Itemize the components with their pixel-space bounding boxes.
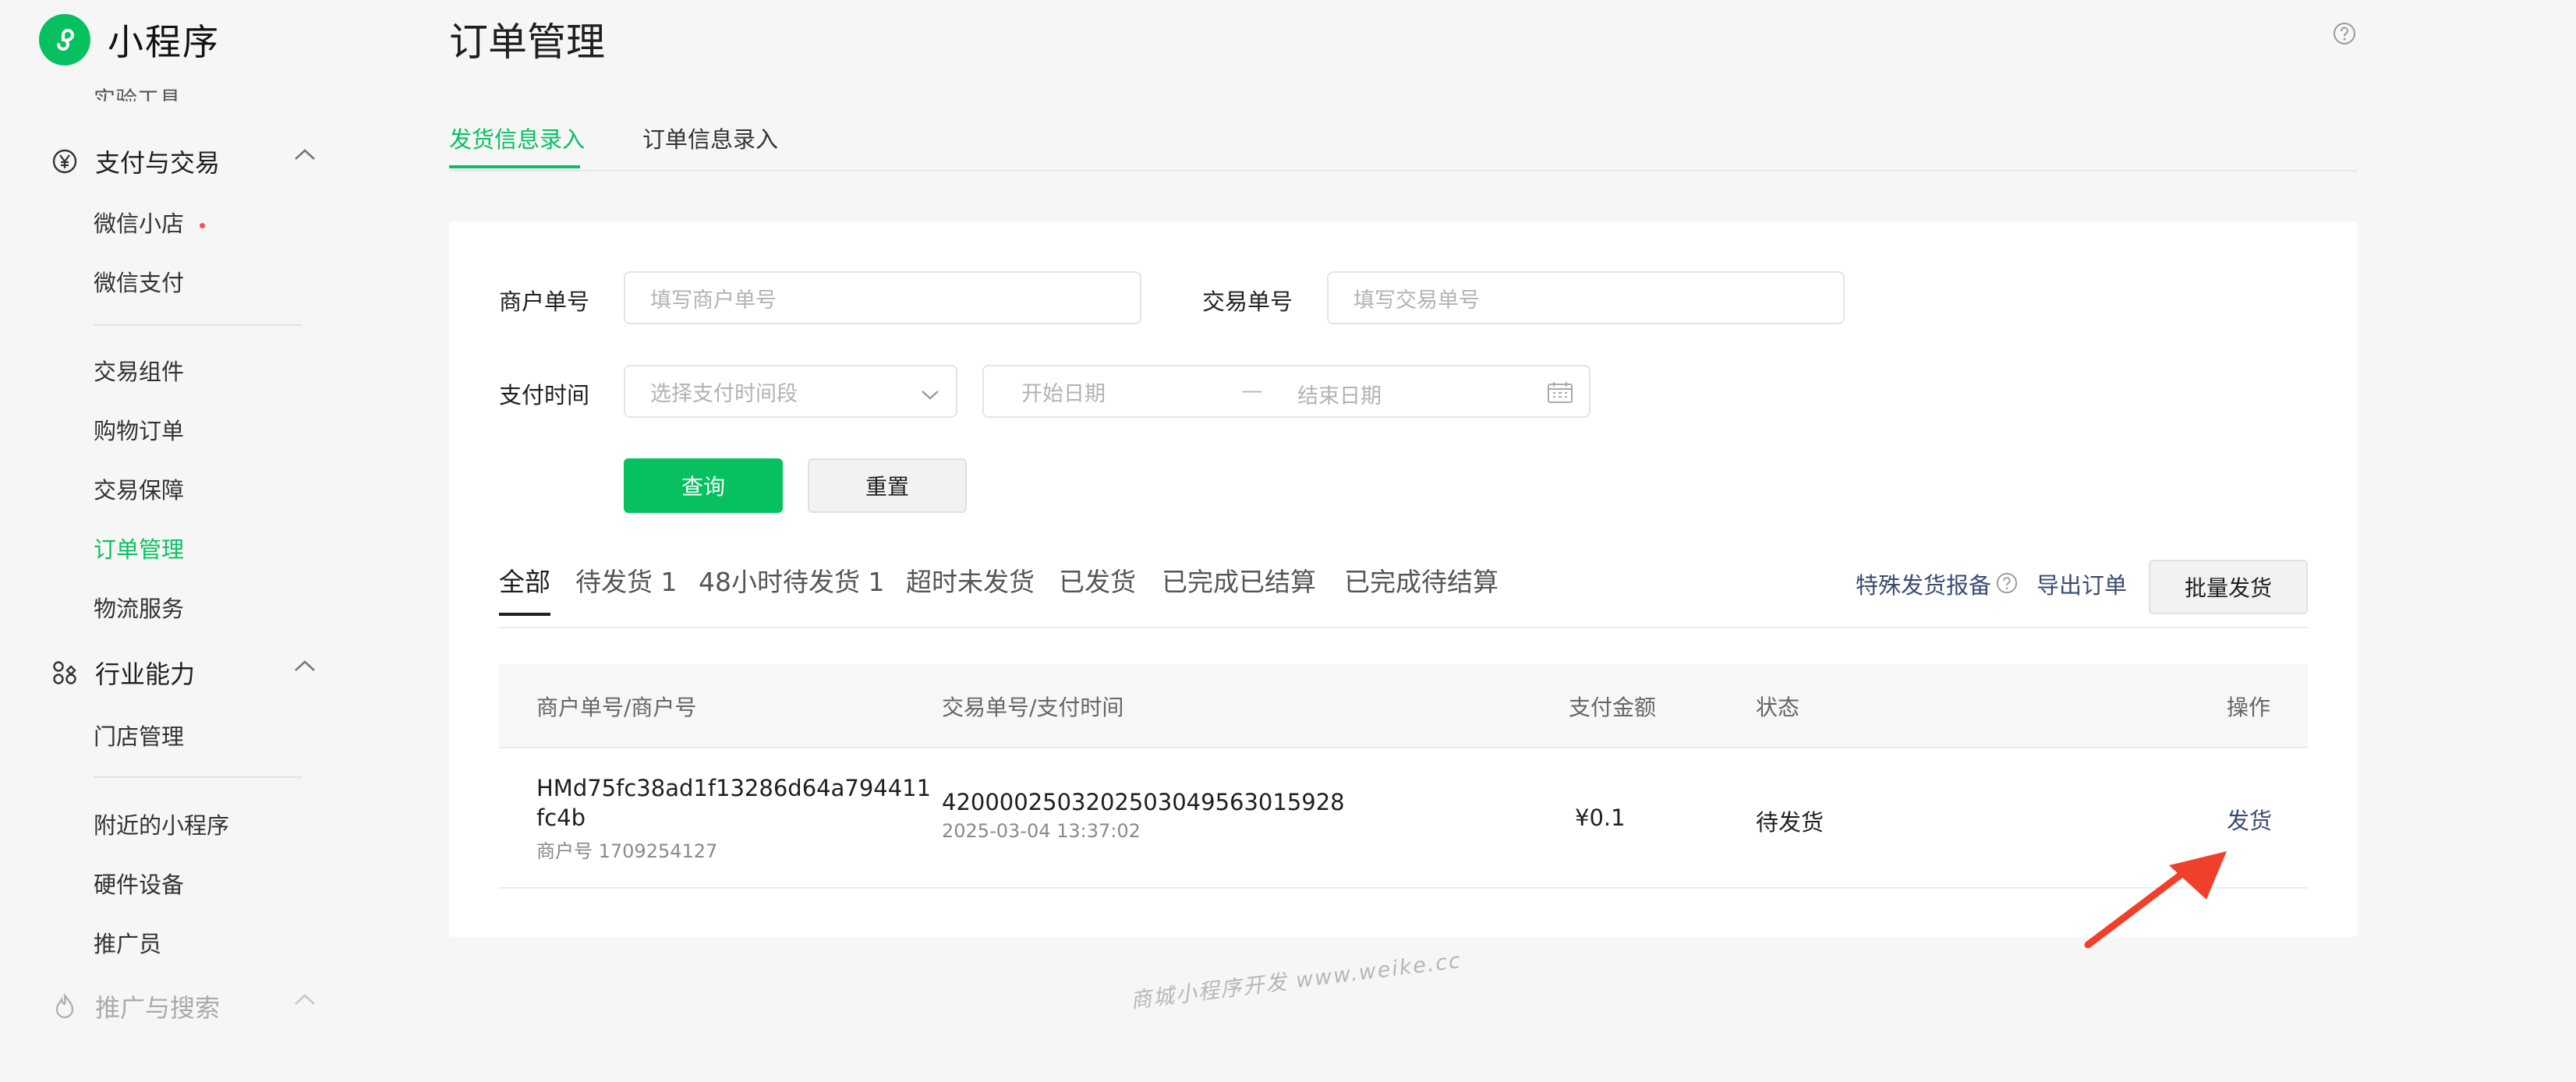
status-tab-overdue[interactable]: 超时未发货 [906,561,1035,599]
pay-time-placeholder: 选择支付时间段 [650,381,798,406]
column-header-trade: 交易单号/支付时间 [942,695,1124,720]
flame-icon [51,993,78,1020]
tab-order-info[interactable]: 订单信息录入 [642,122,778,154]
sidebar-item-order-management[interactable]: 订单管理 [94,532,184,564]
pay-time-select[interactable]: 选择支付时间段 [624,365,957,418]
chevron-up-icon[interactable] [293,992,317,1010]
active-tab-indicator [449,165,580,168]
status-tab-pending[interactable]: 待发货 1 [575,561,678,599]
column-header-merchant: 商户单号/商户号 [536,695,697,720]
date-separator: — [1241,377,1263,403]
order-card: 商户单号 填写商户单号 交易单号 填写交易单号 支付时间 选择支付时间段 开始日… [449,221,2358,937]
active-status-indicator [499,613,550,616]
watermark: 商城小程序开发 www.weike.cc [1129,949,1463,1013]
status-tab-shipped[interactable]: 已发货 [1059,561,1136,599]
sidebar-group-promo[interactable]: 推广与搜索 [51,988,317,1024]
merchant-order-no-cont: fc4b [536,804,586,831]
notification-dot [200,222,206,228]
column-header-amount: 支付金额 [1569,695,1657,720]
column-header-status: 状态 [1756,695,1800,720]
end-date-placeholder: 结束日期 [1297,384,1382,408]
order-status: 待发货 [1756,809,1824,836]
trade-no-placeholder: 填写交易单号 [1353,288,1480,313]
help-icon[interactable] [2333,22,2356,48]
page-tabs: 发货信息录入 订单信息录入 [449,117,2358,171]
sidebar-group-industry[interactable]: 行业能力 [51,655,317,691]
trade-no: 4200002503202503049563015928 [942,789,1345,815]
chevron-down-icon [920,384,940,408]
merchant-order-no: HMd75fc38ad1f13286d64a794411 [536,775,932,801]
reset-button[interactable]: 重置 [808,458,967,513]
batch-ship-button[interactable]: 批量发货 [2149,560,2308,614]
app-name: 小程序 [108,21,220,63]
table-row: HMd75fc38ad1f13286d64a794411 fc4b 商户号 17… [499,748,2308,889]
sidebar-item-trade-guarantee[interactable]: 交易保障 [94,472,184,505]
export-orders-link[interactable]: 导出订单 [2036,568,2127,600]
sidebar-divider [94,324,303,326]
sidebar-group-title: 支付与交易 [95,148,221,178]
sidebar-item-label: 微信小店 [94,210,185,237]
sidebar-divider [94,776,303,778]
chevron-up-icon[interactable] [293,147,317,165]
sidebar-group-title: 行业能力 [95,659,196,689]
mini-program-logo-icon [39,14,90,65]
yuan-icon [51,148,78,175]
date-range-picker[interactable]: 开始日期 — 结束日期 [982,365,1591,418]
pay-amount: ¥0.1 [1575,804,1626,831]
query-button[interactable]: 查询 [624,458,783,513]
table-header: 商户单号/商户号 交易单号/支付时间 支付金额 状态 操作 [499,664,2308,748]
sidebar-item-nearby-mini-program[interactable]: 附近的小程序 [94,808,229,840]
sidebar-item-store-management[interactable]: 门店管理 [94,719,184,751]
sidebar-item-shopping-orders[interactable]: 购物订单 [94,413,184,446]
sidebar-item-logistics[interactable]: 物流服务 [94,591,184,624]
sidebar-item-cutoff[interactable]: 实验工具 [94,78,181,101]
sidebar: 小程序 实验工具 支付与交易 微信小店 微信支付 交易组件 购物订单 交易保障 … [0,0,366,1082]
merchant-id: 商户号 1709254127 [536,840,718,862]
sidebar-item-hardware[interactable]: 硬件设备 [94,867,184,900]
app-logo[interactable]: 小程序 [39,14,220,65]
pay-time: 2025-03-04 13:37:02 [942,820,1141,842]
help-icon[interactable] [1996,572,2018,597]
sidebar-group-title: 推广与搜索 [95,993,221,1023]
status-tab-all[interactable]: 全部 [499,561,550,599]
pay-time-label: 支付时间 [499,382,590,408]
merchant-no-input[interactable]: 填写商户单号 [624,271,1141,324]
column-header-operation: 操作 [2227,695,2271,720]
sidebar-item-promoter[interactable]: 推广员 [94,926,161,959]
sidebar-item-wechat-pay[interactable]: 微信支付 [94,265,184,298]
status-tab-48h-pending[interactable]: 48小时待发货 1 [699,561,884,599]
start-date-placeholder: 开始日期 [1021,381,1106,406]
calendar-icon [1547,380,1573,409]
annotation-arrow-icon [2084,851,2227,949]
status-tab-settled[interactable]: 已完成已结算 [1162,561,1316,599]
status-tab-unsettled[interactable]: 已完成待结算 [1344,561,1499,599]
special-report-link[interactable]: 特殊发货报备 [1856,568,1991,600]
status-tabs-divider [499,627,2308,628]
chevron-up-icon[interactable] [293,658,317,677]
tab-shipping-info[interactable]: 发货信息录入 [449,122,585,154]
merchant-no-label: 商户单号 [499,288,590,315]
page-title: 订单管理 [449,19,605,65]
sidebar-item-wechat-store[interactable]: 微信小店 [94,206,206,239]
merchant-no-placeholder: 填写商户单号 [650,288,777,313]
sidebar-item-trade-component[interactable]: 交易组件 [94,354,184,387]
ship-link[interactable]: 发货 [2227,803,2272,836]
sidebar-group-payment[interactable]: 支付与交易 [51,143,317,179]
trade-no-label: 交易单号 [1202,288,1293,315]
trade-no-input[interactable]: 填写交易单号 [1327,271,1845,324]
industry-icon [51,659,78,686]
